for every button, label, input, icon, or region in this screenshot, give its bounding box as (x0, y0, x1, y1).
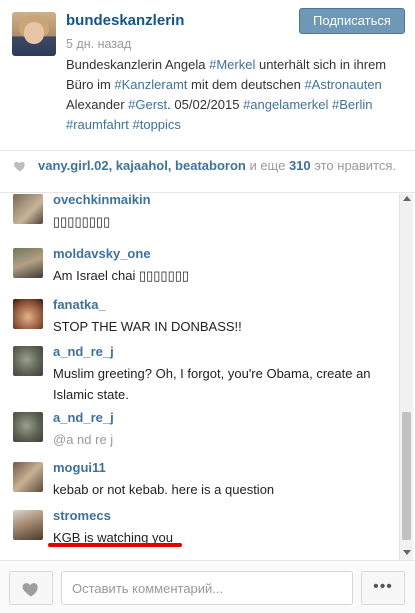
hashtag-merkel[interactable]: #Merkel (209, 57, 255, 72)
scroll-down-arrow-icon[interactable] (403, 550, 411, 555)
likes-middle: и еще (245, 158, 289, 173)
follow-button[interactable]: Подписаться (299, 8, 405, 34)
comment-item: a_nd_re_j @a nd re j (0, 408, 399, 456)
commenter-username[interactable]: a_nd_re_j (53, 410, 114, 425)
hashtag-angelamerkel[interactable]: #angelamerkel (243, 97, 328, 112)
commenter-avatar[interactable] (13, 412, 43, 442)
comment-item: ovechkinmaikin ▯▯▯▯▯▯▯▯ (0, 194, 399, 238)
commenter-avatar[interactable] (13, 299, 43, 329)
hashtag-raumfahrt[interactable]: #raumfahrt (66, 117, 129, 132)
comment-input[interactable] (61, 571, 353, 605)
highlight-underline (48, 543, 182, 547)
scroll-up-arrow-icon[interactable] (403, 196, 411, 201)
author-username[interactable]: bundeskanzlerin (66, 12, 184, 29)
post-header: bundeskanzlerin 5 дн. назад Подписаться … (0, 0, 415, 150)
like-button[interactable] (9, 571, 53, 605)
caption-text: mit dem deutschen (187, 77, 305, 92)
comment-item: a_nd_re_j Muslim greeting? Oh, I forgot,… (0, 342, 399, 414)
likes-count[interactable]: 310 (289, 158, 311, 173)
post-time: 5 дн. назад (66, 37, 132, 51)
comments-list[interactable]: ovechkinmaikin ▯▯▯▯▯▯▯▯ moldavsky_one Am… (0, 194, 399, 560)
commenter-username[interactable]: fanatka_ (53, 297, 106, 312)
comment-text: @a nd re j (53, 432, 114, 447)
hashtag-berlin[interactable]: #Berlin (332, 97, 372, 112)
hashtag-astronauten[interactable]: #Astronauten (304, 77, 381, 92)
comment-text: STOP THE WAR IN DONBASS!! (53, 319, 242, 334)
comment-item: moldavsky_one Am Israel chai ▯▯▯▯▯▯▯ (0, 244, 399, 292)
comment-footer: ••• (0, 560, 415, 613)
comment-text: Am Israel chai ▯▯▯▯▯▯▯ (53, 268, 190, 283)
caption-text: Alexander (66, 97, 129, 112)
hashtag-toppics[interactable]: #toppics (133, 117, 181, 132)
comment-text: ▯▯▯▯▯▯▯▯ (53, 214, 111, 229)
caption-text: Bundeskanzlerin Angela (66, 57, 210, 72)
commenter-avatar[interactable] (13, 346, 43, 376)
likes-summary: vany.girl.02, kajaahol, beataboron и еще… (38, 157, 398, 174)
comment-item: fanatka_ STOP THE WAR IN DONBASS!! (0, 295, 399, 343)
heart-icon (22, 583, 38, 597)
author-avatar[interactable] (12, 12, 56, 56)
hashtag-kanzleramt[interactable]: #Kanzleramt (114, 77, 187, 92)
commenter-avatar[interactable] (13, 510, 43, 540)
comment-text: kebab or not kebab. here is a question (53, 482, 275, 497)
commenter-avatar[interactable] (13, 194, 43, 224)
heart-icon (14, 161, 25, 172)
commenter-avatar[interactable] (13, 462, 43, 492)
likes-suffix: это нравится. (310, 158, 397, 173)
commenter-username[interactable]: ovechkinmaikin (53, 194, 151, 207)
caption-text: . 05/02/2015 (167, 97, 244, 112)
comment-item: mogui11 kebab or not kebab. here is a qu… (0, 458, 399, 506)
likes-row: vany.girl.02, kajaahol, beataboron и еще… (0, 150, 415, 193)
liker-names[interactable]: vany.girl.02, kajaahol, beataboron (38, 158, 246, 173)
commenter-avatar[interactable] (13, 248, 43, 278)
scrollbar-thumb[interactable] (402, 412, 411, 540)
comment-text: Muslim greeting? Oh, I forgot, you're Ob… (53, 366, 371, 402)
hashtag-gerst[interactable]: #Gerst (128, 97, 167, 112)
avatar-face (24, 22, 44, 44)
commenter-username[interactable]: mogui11 (53, 460, 106, 475)
commenter-username[interactable]: a_nd_re_j (53, 344, 114, 359)
commenter-username[interactable]: moldavsky_one (53, 246, 151, 261)
more-options-button[interactable]: ••• (361, 571, 405, 605)
commenter-username[interactable]: stromecs (53, 508, 111, 523)
comments-scrollbar[interactable] (399, 194, 413, 560)
post-caption: Bundeskanzlerin Angela #Merkel unterhält… (66, 55, 406, 135)
